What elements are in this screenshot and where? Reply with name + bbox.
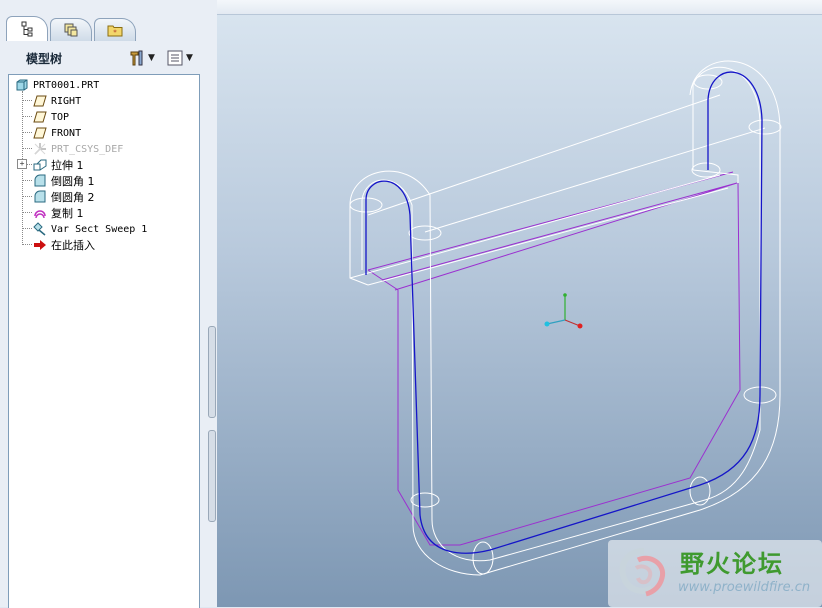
tree-settings-button[interactable]: ▼ bbox=[128, 48, 155, 68]
tree-item-label: 倒圆角 1 bbox=[51, 175, 95, 188]
extrude-icon bbox=[33, 158, 47, 172]
model-tree: + PRT0001.PRT RIGHT TOP FRONT PRT_CSYS_D… bbox=[8, 74, 200, 608]
model-tree-header: 模型树 ▼ ▼ bbox=[6, 44, 204, 72]
tree-connector bbox=[22, 196, 32, 197]
tree-item-label: 倒圆角 2 bbox=[51, 191, 95, 204]
tree-item-top[interactable]: TOP bbox=[33, 109, 69, 125]
svg-text:*: * bbox=[113, 29, 117, 37]
round-icon bbox=[33, 174, 47, 188]
model-tree-tab-icon bbox=[21, 21, 33, 37]
tree-item-copy[interactable]: 复制 1 bbox=[33, 205, 84, 221]
tree-connector bbox=[22, 116, 32, 117]
graphics-viewport[interactable] bbox=[217, 15, 822, 607]
tree-item-part[interactable]: PRT0001.PRT bbox=[15, 77, 99, 93]
datum-plane-icon bbox=[33, 126, 47, 140]
tree-item-label: 拉伸 1 bbox=[51, 159, 84, 172]
forum-logo-icon bbox=[619, 548, 666, 597]
tree-item-right[interactable]: RIGHT bbox=[33, 93, 81, 109]
tree-item-label: PRT_CSYS_DEF bbox=[51, 143, 124, 155]
forum-title: 野火论坛 bbox=[680, 550, 784, 578]
forum-watermark: 野火论坛 www.proewildfire.cn bbox=[608, 540, 822, 607]
tree-item-insert-here[interactable]: 在此插入 bbox=[33, 237, 95, 253]
tree-item-label: 复制 1 bbox=[51, 207, 84, 220]
navigator-tab-bar: * bbox=[0, 16, 207, 42]
tree-connector bbox=[22, 132, 32, 133]
tab-layers[interactable] bbox=[50, 18, 92, 41]
tree-connector bbox=[22, 228, 32, 229]
tree-item-label: TOP bbox=[51, 111, 70, 123]
tree-item-label: 在此插入 bbox=[51, 239, 95, 252]
tab-model-tree[interactable] bbox=[6, 16, 48, 41]
round-icon bbox=[33, 190, 47, 204]
insert-here-arrow-icon bbox=[33, 238, 47, 252]
sash-handle-upper[interactable] bbox=[208, 326, 216, 418]
tree-item-round-1[interactable]: 倒圆角 1 bbox=[33, 173, 95, 189]
panel-splitter[interactable] bbox=[207, 0, 217, 607]
copy-icon bbox=[33, 206, 47, 220]
sweep-icon bbox=[33, 222, 47, 236]
panel-title: 模型树 bbox=[26, 51, 63, 66]
tree-item-csys[interactable]: PRT_CSYS_DEF bbox=[33, 141, 123, 157]
forum-url: www.proewildfire.cn bbox=[678, 580, 811, 595]
favorites-folder-tab-icon: * bbox=[107, 25, 123, 37]
tree-filters-button[interactable]: ▼ bbox=[166, 48, 193, 68]
model-wireframe bbox=[349, 60, 782, 576]
tree-connector bbox=[22, 148, 32, 149]
list-view-icon bbox=[167, 50, 183, 66]
csys-icon bbox=[33, 142, 47, 156]
navigator-panel: * 模型树 ▼ ▼ + PRT0001.PRT RIGHT TOP FRONT … bbox=[0, 0, 208, 608]
tree-item-sweep[interactable]: Var Sect Sweep 1 bbox=[33, 221, 147, 237]
tree-connector bbox=[22, 100, 32, 101]
datum-plane-icon bbox=[33, 94, 47, 108]
sash-handle-lower[interactable] bbox=[208, 430, 216, 522]
sweep-trajectory bbox=[365, 71, 763, 554]
part-icon bbox=[15, 78, 29, 92]
sketch-edges bbox=[367, 171, 741, 546]
tree-item-label: PRT0001.PRT bbox=[33, 79, 100, 91]
tree-item-label: Var Sect Sweep 1 bbox=[51, 223, 148, 235]
datum-plane-icon bbox=[33, 110, 47, 124]
tree-connector bbox=[22, 180, 32, 181]
tools-icon bbox=[130, 50, 143, 66]
tree-item-label: RIGHT bbox=[51, 95, 82, 107]
view-triad-icon bbox=[544, 293, 583, 329]
tree-connector bbox=[22, 244, 32, 245]
layers-tab-icon bbox=[64, 23, 78, 37]
tab-favorites[interactable]: * bbox=[94, 18, 136, 41]
chevron-down-icon: ▼ bbox=[186, 53, 193, 63]
tree-item-round-2[interactable]: 倒圆角 2 bbox=[33, 189, 95, 205]
chevron-down-icon: ▼ bbox=[148, 53, 155, 63]
expand-toggle[interactable]: + bbox=[17, 159, 27, 169]
tree-item-extrude[interactable]: 拉伸 1 bbox=[33, 157, 84, 173]
tree-item-label: FRONT bbox=[51, 127, 82, 139]
tree-connector bbox=[22, 212, 32, 213]
tree-item-front[interactable]: FRONT bbox=[33, 125, 81, 141]
